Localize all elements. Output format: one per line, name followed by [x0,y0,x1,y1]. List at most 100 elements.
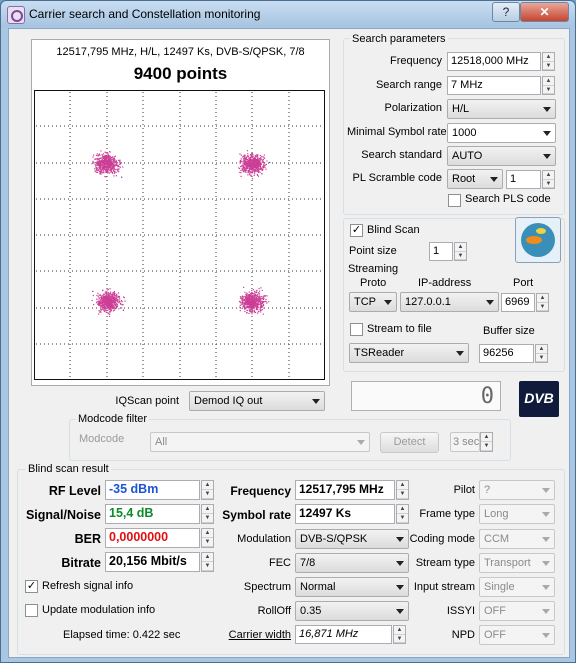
rf-level-spinner[interactable]: ▲ ▼ [201,480,214,500]
pl-mode-select[interactable]: Root [447,169,503,189]
constellation-point [254,158,256,160]
constellation-point [263,162,266,164]
symbol-rate-spinner[interactable]: ▲ ▼ [396,504,409,524]
constellation-point [97,155,99,157]
constellation-point [239,153,241,155]
iqscan-select[interactable]: Demod IQ out [189,391,325,411]
port-input[interactable]: 6969 [501,293,535,312]
fec-label: FEC [269,557,291,569]
constellation-point [248,167,250,169]
lcd-value: 0 [480,384,494,409]
constellation-point [111,294,113,297]
search-range-input[interactable]: 7 MHz [447,76,541,95]
constellation-point [118,168,120,170]
issyi-label: ISSYI [446,605,475,617]
stream-type-value: Transport [484,557,531,569]
frame-type-select[interactable]: Long [479,504,555,524]
refresh-signal-checkbox[interactable]: ✓ [25,580,38,593]
npd-select[interactable]: OFF [479,625,555,645]
detect-interval-spinner[interactable]: ▲ ▼ [480,432,493,452]
ip-address-select[interactable]: 127.0.0.1 [400,292,499,312]
constellation-point [250,309,253,311]
pilot-select[interactable]: ? [479,480,555,500]
constellation-point [108,159,111,161]
buffer-size-input[interactable]: 96256 [479,344,534,363]
fec-select[interactable]: 7/8 [295,553,409,573]
constellation-point [107,161,110,163]
port-spinner[interactable]: ▲ ▼ [536,293,549,312]
constellation-point [100,150,102,152]
frequency-input[interactable]: 12518,000 MHz [447,52,541,71]
detect-interval-select[interactable]: 3 sec [450,432,480,452]
constellation-point [120,162,122,164]
constellation-point [115,160,117,162]
close-button[interactable]: ✕ [520,2,569,22]
result-frequency-spinner[interactable]: ▲ ▼ [396,480,409,500]
buffer-size-spinner[interactable]: ▲ ▼ [535,344,548,363]
constellation-point [109,303,111,305]
constellation-point [250,294,252,296]
rolloff-select[interactable]: 0.35 [295,601,409,621]
spectrum-select[interactable]: Normal [295,577,409,597]
blind-scan-checkbox[interactable]: ✓ [350,224,363,237]
stream-type-label: Stream type [415,557,475,569]
constellation-point [100,157,102,159]
stream-app-select[interactable]: TSReader [349,343,469,363]
constellation-point [107,159,109,161]
ber-spinner[interactable]: ▲ ▼ [201,528,214,548]
constellation-point [96,164,98,166]
constellation-point [100,297,102,299]
ber-label: BER [74,532,101,546]
snr-spinner[interactable]: ▲ ▼ [201,504,214,524]
constellation-point [240,154,242,156]
constellation-point [114,308,116,310]
constellation-point [100,171,102,173]
carrier-width-spinner[interactable]: ▲ ▼ [393,625,406,644]
stream-type-select[interactable]: Transport [479,553,555,573]
modcode-select[interactable]: All [150,432,370,452]
bitrate-spinner[interactable]: ▲ ▼ [201,552,214,572]
point-size-spinner[interactable]: ▲ ▼ [454,242,467,261]
coding-mode-select[interactable]: CCM [479,529,555,549]
bitrate-label: Bitrate [61,556,101,570]
pl-code-spinner[interactable]: ▲ ▼ [542,170,555,189]
search-standard-select[interactable]: AUTO [447,146,556,166]
constellation-point [105,300,108,302]
modulation-select[interactable]: DVB-S/QPSK [295,529,409,549]
stream-to-file-checkbox[interactable] [350,323,363,336]
detect-button[interactable]: Detect [380,432,439,453]
constellation-point [104,175,106,178]
constellation-point [264,295,267,297]
constellation-point [256,170,258,172]
constellation-info: 12517,795 MHz, H/L, 12497 Ks, DVB-S/QPSK… [56,46,305,58]
constellation-point [247,294,249,296]
point-size-input[interactable]: 1 [429,242,453,261]
constellation-point [258,293,260,295]
constellation-point [245,164,247,166]
constellation-point [99,162,101,164]
help-button[interactable]: ? [492,2,520,22]
constellation-point [108,157,110,159]
min-symbol-rate-label: Minimal Symbol rate [347,126,447,138]
symbol-rate-label: Symbol rate [222,508,291,522]
constellation-point [257,171,260,173]
constellation-point [98,166,100,168]
update-modulation-checkbox[interactable] [25,604,38,617]
carrier-width-label[interactable]: Carrier width [216,629,291,641]
frequency-spinner[interactable]: ▲ ▼ [542,52,555,71]
constellation-point [251,305,253,307]
constellation-point [252,168,255,170]
constellation-point [248,293,251,296]
constellation-point [243,161,245,163]
constellation-point [246,306,248,308]
pl-code-input[interactable]: 1 [506,170,541,189]
proto-select[interactable]: TCP [349,292,397,312]
polarization-select[interactable]: H/L [447,99,556,119]
input-stream-select[interactable]: Single [479,577,555,597]
buffer-size-label: Buffer size [483,325,535,337]
min-symbol-rate-select[interactable]: 1000 [447,123,556,143]
issyi-select[interactable]: OFF [479,601,555,621]
constellation-point [263,307,265,309]
search-pls-checkbox[interactable] [448,194,461,207]
search-range-spinner[interactable]: ▲ ▼ [542,76,555,95]
